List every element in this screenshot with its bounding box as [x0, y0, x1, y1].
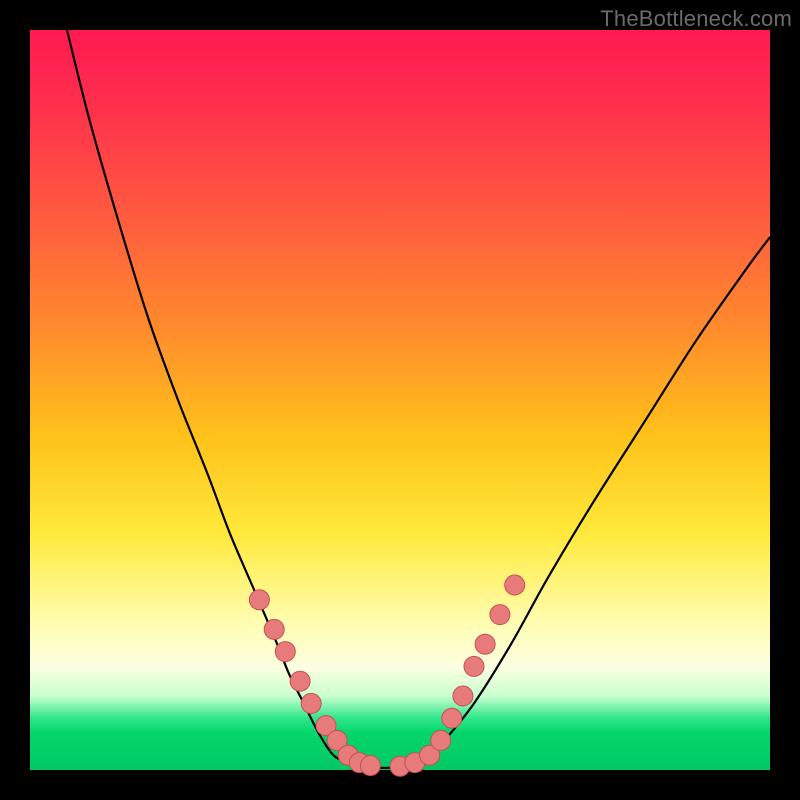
data-marker: [264, 619, 284, 639]
markers-left-branch: [249, 590, 380, 776]
data-marker: [464, 656, 484, 676]
data-marker: [290, 671, 310, 691]
data-marker: [475, 634, 495, 654]
data-marker: [431, 730, 451, 750]
data-marker: [442, 708, 462, 728]
data-marker: [453, 686, 473, 706]
curve-path: [67, 30, 770, 768]
chart-frame: TheBottleneck.com: [0, 0, 800, 800]
data-marker: [505, 575, 525, 595]
data-marker: [490, 605, 510, 625]
data-marker: [249, 590, 269, 610]
plot-area: [30, 30, 770, 770]
data-marker: [275, 642, 295, 662]
markers-right-branch: [390, 575, 525, 776]
data-marker: [360, 756, 380, 776]
data-marker: [301, 693, 321, 713]
watermark-text: TheBottleneck.com: [600, 6, 792, 32]
chart-svg: [30, 30, 770, 770]
bottleneck-curve: [67, 30, 770, 768]
